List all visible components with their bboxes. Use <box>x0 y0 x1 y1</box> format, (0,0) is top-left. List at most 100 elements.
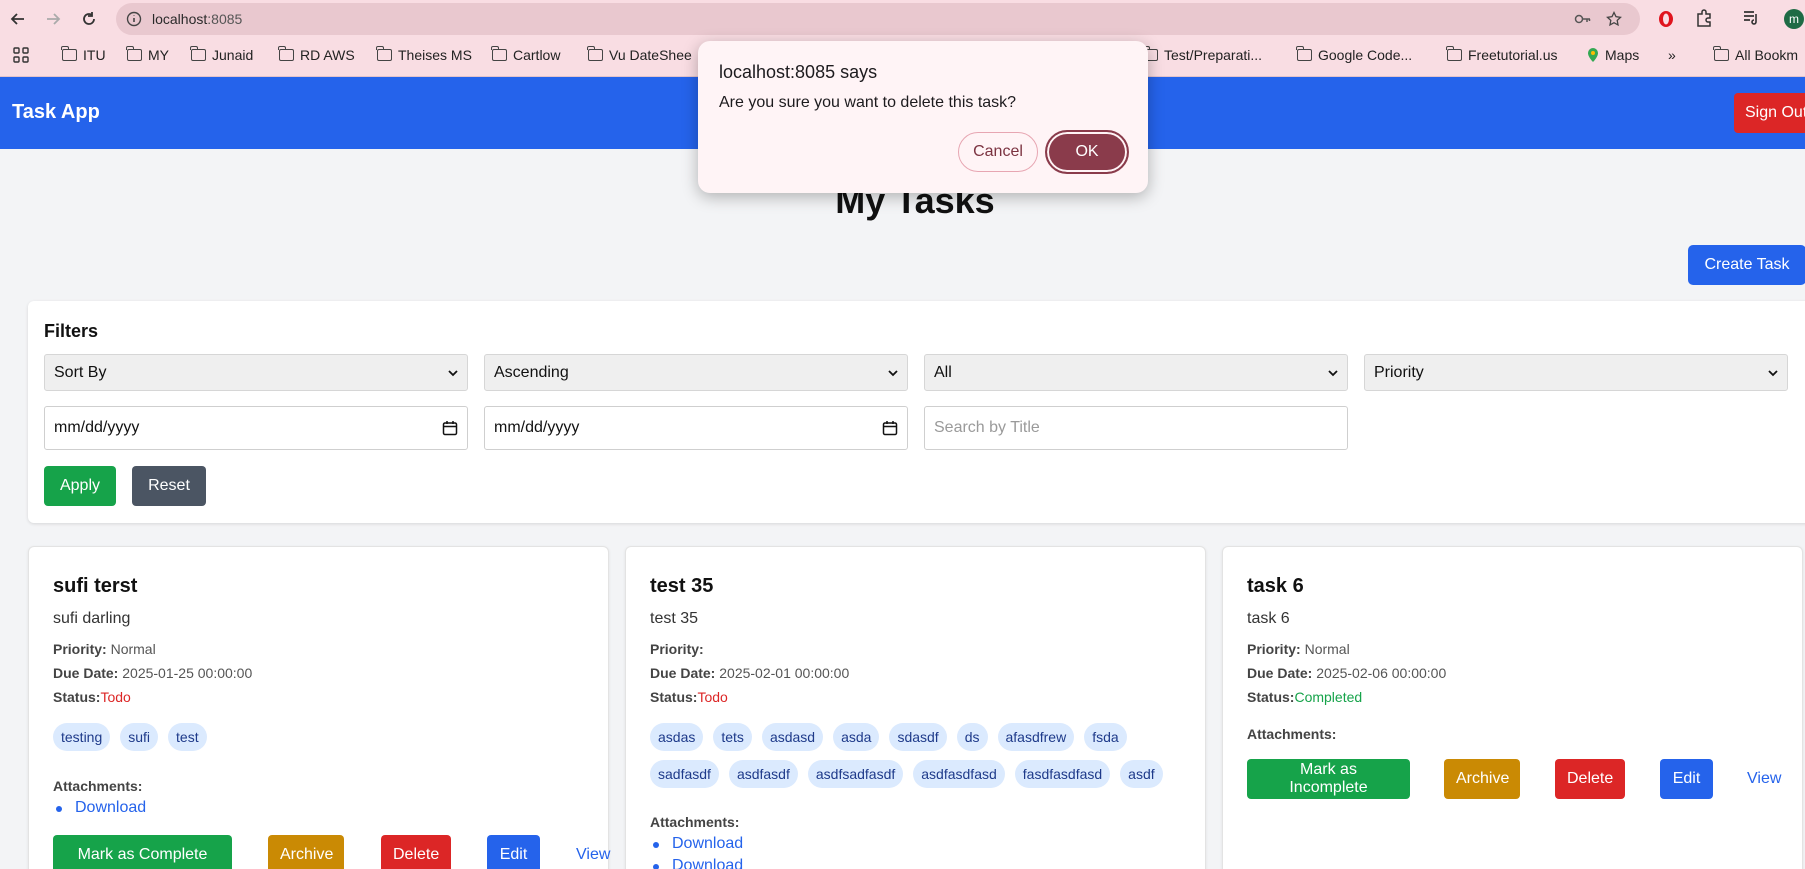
cancel-button[interactable]: Cancel <box>958 132 1038 172</box>
tag-chip: testing <box>53 723 111 751</box>
task-tags: asdas tets asdasd asda sdasdf ds afasdfr… <box>650 723 1170 788</box>
app-title[interactable]: Task App <box>12 101 100 124</box>
delete-button[interactable]: Delete <box>381 835 451 869</box>
tag-chip: asdfsadfasdf <box>807 760 904 788</box>
tag-chip: sdasdf <box>889 723 947 751</box>
folder-icon <box>376 46 392 61</box>
bookmark-junaid[interactable]: Junaid <box>190 46 253 63</box>
tag-chip: afasdfrew <box>997 723 1075 751</box>
tag-chip: asdf <box>1120 760 1163 788</box>
task-status: Status:Todo <box>650 689 728 705</box>
chevron-down-icon <box>448 370 458 377</box>
forward-icon[interactable] <box>41 7 65 31</box>
end-date-input[interactable]: mm/dd/yyyy <box>484 406 908 450</box>
task-title: task 6 <box>1247 575 1304 597</box>
priority-select[interactable]: Priority <box>1364 354 1788 391</box>
mark-complete-button[interactable]: Mark as Complete <box>53 835 232 869</box>
bookmark-test-preparation[interactable]: Test/Preparati... <box>1142 46 1262 63</box>
sort-by-select[interactable]: Sort By <box>44 354 468 391</box>
task-due-date: Due Date: 2025-02-06 00:00:00 <box>1247 665 1447 681</box>
search-title-input[interactable]: Search by Title <box>924 406 1348 450</box>
folder-icon <box>1446 46 1462 61</box>
status-select[interactable]: All <box>924 354 1348 391</box>
tag-chip: asdas <box>650 723 704 751</box>
calendar-icon[interactable] <box>882 420 898 436</box>
tag-chip: sadfasdf <box>650 760 719 788</box>
task-card: task 6 task 6 Priority: Normal Due Date:… <box>1222 546 1803 869</box>
extensions-puzzle-icon[interactable] <box>1695 9 1713 32</box>
task-due-date: Due Date: 2025-01-25 00:00:00 <box>53 665 253 681</box>
bookmark-theises-ms[interactable]: Theises MS <box>376 46 472 63</box>
view-link[interactable]: View <box>1747 770 1781 788</box>
folder-icon <box>278 46 294 61</box>
bookmark-google-code[interactable]: Google Code... <box>1296 46 1412 63</box>
folder-icon <box>491 46 507 61</box>
delete-button[interactable]: Delete <box>1555 759 1625 799</box>
task-title: test 35 <box>650 575 714 597</box>
tag-chip: tets <box>713 723 752 751</box>
folder-icon <box>190 46 206 61</box>
bookmark-my[interactable]: MY <box>126 46 169 63</box>
start-date-input[interactable]: mm/dd/yyyy <box>44 406 468 450</box>
task-status: Status:Todo <box>53 689 131 705</box>
task-description: sufi darling <box>53 610 131 627</box>
filters-panel: Filters Sort By Ascending All Priority m… <box>28 301 1805 523</box>
dialog-title: localhost:8085 says <box>719 62 878 82</box>
folder-icon <box>587 46 603 61</box>
bookmark-vu-datesheet[interactable]: Vu DateShee <box>587 46 692 63</box>
bookmark-all-bookmarks[interactable]: All Bookm <box>1713 46 1798 63</box>
task-tags: testing sufi test <box>53 723 573 751</box>
chevron-down-icon <box>888 370 898 377</box>
archive-button[interactable]: Archive <box>268 835 344 869</box>
sort-order-select[interactable]: Ascending <box>484 354 908 391</box>
download-link[interactable]: Download <box>650 855 743 869</box>
edit-button[interactable]: Edit <box>1660 759 1713 799</box>
bookmark-rd-aws[interactable]: RD AWS <box>278 46 355 63</box>
bookmark-itu[interactable]: ITU <box>61 46 106 63</box>
reading-list-icon[interactable] <box>1742 9 1760 30</box>
tag-chip: sufi <box>120 723 159 751</box>
download-link[interactable]: Download <box>650 833 743 855</box>
attachments-list: Download <box>53 797 146 819</box>
edit-button[interactable]: Edit <box>487 835 540 869</box>
task-due-date: Due Date: 2025-02-01 00:00:00 <box>650 665 850 681</box>
task-card: test 35 test 35 Priority: Due Date: 2025… <box>625 546 1206 869</box>
archive-button[interactable]: Archive <box>1444 759 1520 799</box>
download-link[interactable]: Download <box>53 797 146 819</box>
bookmark-cartlow[interactable]: Cartlow <box>491 46 560 63</box>
browser-toolbar: localhost:8085 m <box>0 0 1805 38</box>
address-bar[interactable]: localhost:8085 <box>116 3 1640 35</box>
back-icon[interactable] <box>6 7 30 31</box>
task-status: Status:Completed <box>1247 689 1363 705</box>
ok-button[interactable]: OK <box>1045 130 1129 174</box>
apply-filters-button[interactable]: Apply <box>44 466 116 506</box>
folder-icon <box>126 46 142 61</box>
attachments-label: Attachments: <box>650 814 740 830</box>
create-task-button[interactable]: Create Task <box>1688 245 1805 285</box>
bookmark-maps[interactable]: Maps <box>1587 47 1639 63</box>
view-link[interactable]: View <box>576 846 610 864</box>
reload-icon[interactable] <box>77 7 101 31</box>
reset-filters-button[interactable]: Reset <box>132 466 206 506</box>
task-actions: Mark as Complete Archive Delete Edit Vie… <box>53 835 610 869</box>
mark-incomplete-button[interactable]: Mark as Incomplete <box>1247 759 1410 799</box>
tag-chip: asdfasdf <box>728 760 798 788</box>
sign-out-button[interactable]: Sign Out <box>1734 93 1805 133</box>
attachments-label: Attachments: <box>1247 726 1337 742</box>
bookmark-freetutorial[interactable]: Freetutorial.us <box>1446 46 1557 63</box>
folder-icon <box>61 46 77 61</box>
task-card: sufi terst sufi darling Priority: Normal… <box>28 546 610 869</box>
apps-grid-icon[interactable] <box>13 47 29 63</box>
task-description: task 6 <box>1247 610 1290 627</box>
calendar-icon[interactable] <box>442 420 458 436</box>
tag-chip: asdfasdfasd <box>913 760 1005 788</box>
bookmarks-overflow[interactable]: » <box>1668 47 1676 63</box>
confirm-dialog: localhost:8085 says Are you sure you wan… <box>698 41 1148 193</box>
attachments-label: Attachments: <box>53 778 143 794</box>
star-icon[interactable] <box>1606 10 1622 32</box>
site-info-icon[interactable] <box>126 11 142 32</box>
opera-extension-icon[interactable] <box>1657 9 1675 34</box>
task-description: test 35 <box>650 610 699 627</box>
profile-avatar[interactable]: m <box>1784 9 1804 29</box>
password-key-icon[interactable] <box>1574 11 1592 32</box>
